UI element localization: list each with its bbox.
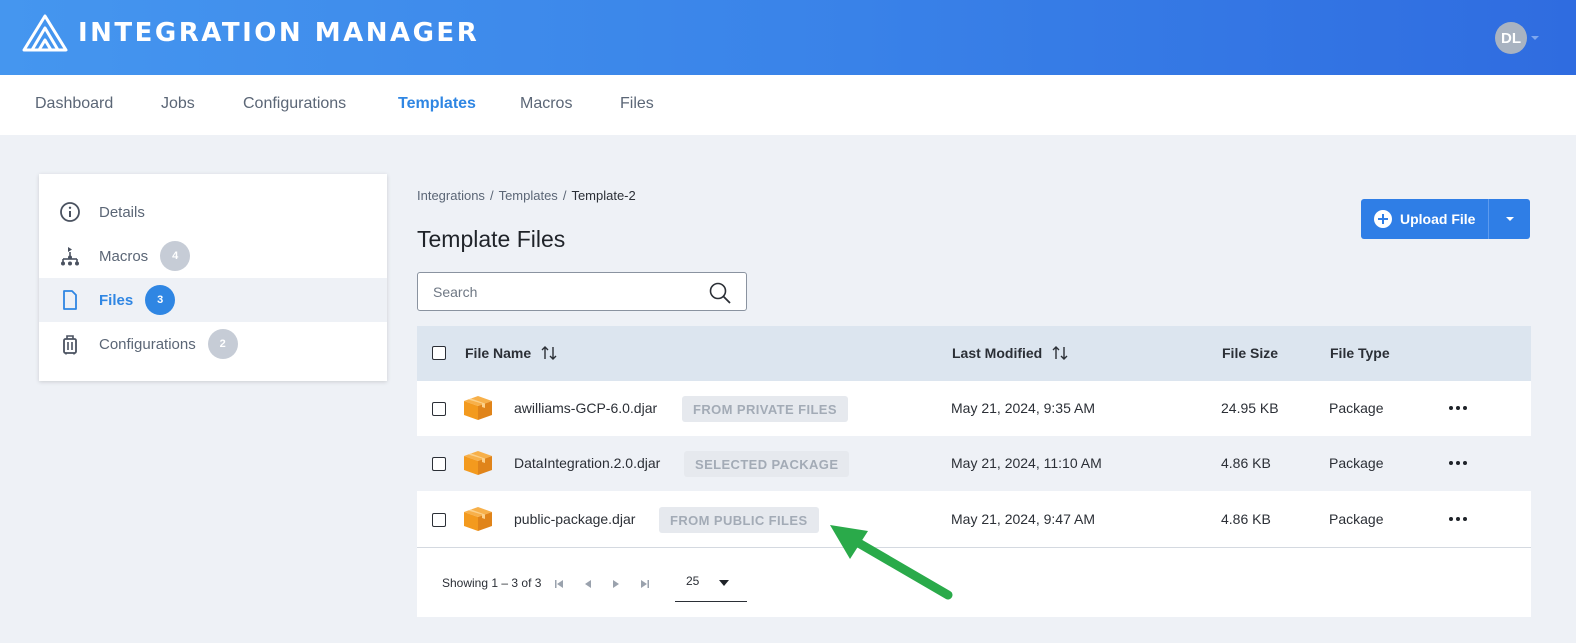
- plus-circle-icon: [1374, 210, 1392, 228]
- file-icon: [59, 289, 81, 311]
- nav-configurations[interactable]: Configurations: [243, 95, 346, 113]
- upload-file-button[interactable]: Upload File: [1361, 199, 1488, 239]
- search-input[interactable]: [419, 274, 699, 309]
- count-badge: 4: [160, 241, 191, 271]
- sort-icon[interactable]: [541, 345, 557, 361]
- table-header: File Name Last Modified File Size File T…: [417, 326, 1531, 381]
- column-header-label: File Name: [465, 345, 532, 361]
- file-size: 24.95 KB: [1221, 400, 1279, 416]
- sort-icon[interactable]: [1052, 345, 1068, 361]
- triangle-logo-icon[interactable]: [22, 14, 68, 52]
- breadcrumb-templates[interactable]: Templates: [499, 188, 558, 203]
- sidebar-item-configurations[interactable]: Configurations 2: [39, 322, 387, 366]
- row-checkbox[interactable]: [432, 402, 446, 416]
- nav-dashboard[interactable]: Dashboard: [35, 95, 113, 113]
- row-checkbox[interactable]: [432, 513, 446, 527]
- last-page-icon[interactable]: [639, 578, 651, 590]
- main-nav: Dashboard Jobs Configurations Templates …: [0, 75, 1576, 135]
- nav-macros[interactable]: Macros: [520, 95, 572, 113]
- upload-button-group: Upload File: [1361, 199, 1530, 239]
- file-name[interactable]: public-package.djar: [514, 511, 635, 527]
- file-type: Package: [1329, 511, 1384, 527]
- sidebar-item-label: Details: [99, 203, 145, 221]
- breadcrumb-current: Template-2: [571, 188, 636, 203]
- row-checkbox[interactable]: [432, 457, 446, 471]
- count-badge: 3: [145, 285, 176, 315]
- pagination: Showing 1 – 3 of 3 25: [417, 548, 1531, 617]
- user-avatar[interactable]: DL: [1495, 22, 1527, 54]
- chevron-down-icon: [1505, 217, 1514, 221]
- column-header-file-size: File Size: [1222, 345, 1279, 361]
- file-name[interactable]: awilliams-GCP-6.0.djar: [514, 400, 657, 416]
- table-row[interactable]: public-package.djar FROM PUBLIC FILES Ma…: [417, 492, 1531, 547]
- file-source-badge: SELECTED PACKAGE: [684, 451, 850, 477]
- column-header-file-type: File Type: [1330, 345, 1390, 361]
- app-header: INTEGRATION MANAGER DL: [0, 0, 1576, 75]
- count-badge: 2: [207, 329, 238, 359]
- macro-tree-icon: [59, 245, 81, 267]
- files-table: File Name Last Modified File Size File T…: [417, 326, 1531, 617]
- last-modified: May 21, 2024, 11:10 AM: [951, 455, 1102, 471]
- select-all-checkbox[interactable]: [432, 346, 446, 360]
- column-header-last-modified[interactable]: Last Modified: [952, 345, 1068, 361]
- sidebar-item-label: Macros: [99, 247, 149, 265]
- last-modified: May 21, 2024, 9:35 AM: [951, 400, 1095, 416]
- nav-jobs[interactable]: Jobs: [161, 95, 195, 113]
- last-modified: May 21, 2024, 9:47 AM: [951, 511, 1095, 527]
- breadcrumb-separator: /: [562, 188, 567, 203]
- per-page-value: 25: [686, 574, 700, 588]
- page-title: Template Files: [417, 226, 566, 252]
- package-icon: [464, 396, 492, 420]
- chevron-down-icon: [719, 580, 729, 586]
- search-icon[interactable]: [708, 281, 732, 305]
- table-row[interactable]: DataIntegration.2.0.djar SELECTED PACKAG…: [417, 436, 1531, 491]
- showing-count: Showing 1 – 3 of 3: [442, 576, 542, 590]
- sidebar-item-files[interactable]: Files 3: [39, 278, 387, 322]
- first-page-icon[interactable]: [553, 578, 565, 590]
- sidebar-item-label: Files: [99, 291, 134, 309]
- table-row[interactable]: awilliams-GCP-6.0.djar FROM PRIVATE FILE…: [417, 381, 1531, 436]
- nav-files[interactable]: Files: [620, 95, 654, 113]
- breadcrumb-separator: /: [489, 188, 494, 203]
- template-sidebar: Details Macros 4 Files 3 Configurations …: [39, 174, 387, 381]
- search-box: [417, 272, 747, 311]
- luggage-icon: [59, 333, 81, 355]
- app-title: INTEGRATION MANAGER: [78, 18, 480, 48]
- sidebar-item-label: Configurations: [99, 335, 196, 353]
- breadcrumb-integrations[interactable]: Integrations: [417, 188, 485, 203]
- file-size: 4.86 KB: [1221, 511, 1271, 527]
- per-page-select[interactable]: 25: [675, 570, 747, 602]
- more-actions-icon[interactable]: [1449, 455, 1467, 471]
- chevron-down-icon[interactable]: [1531, 36, 1539, 40]
- file-type: Package: [1329, 455, 1384, 471]
- column-header-file-name[interactable]: File Name: [465, 345, 557, 361]
- next-page-icon[interactable]: [610, 578, 622, 590]
- package-icon: [464, 451, 492, 475]
- package-icon: [464, 507, 492, 531]
- sidebar-item-macros[interactable]: Macros 4: [39, 234, 387, 278]
- annotation-arrow-icon: [830, 525, 953, 600]
- more-actions-icon[interactable]: [1449, 400, 1467, 416]
- file-name[interactable]: DataIntegration.2.0.djar: [514, 455, 660, 471]
- file-source-badge: FROM PUBLIC FILES: [659, 507, 819, 533]
- upload-file-label: Upload File: [1400, 211, 1476, 227]
- breadcrumb: Integrations / Templates / Template-2: [417, 188, 636, 203]
- more-actions-icon[interactable]: [1449, 511, 1467, 527]
- file-source-badge: FROM PRIVATE FILES: [682, 396, 848, 422]
- file-type: Package: [1329, 400, 1384, 416]
- sidebar-item-details[interactable]: Details: [39, 190, 387, 234]
- upload-dropdown-button[interactable]: [1488, 199, 1530, 239]
- nav-templates[interactable]: Templates: [398, 95, 476, 113]
- previous-page-icon[interactable]: [582, 578, 594, 590]
- file-size: 4.86 KB: [1221, 455, 1271, 471]
- column-header-label: Last Modified: [952, 345, 1043, 361]
- info-icon: [59, 201, 81, 223]
